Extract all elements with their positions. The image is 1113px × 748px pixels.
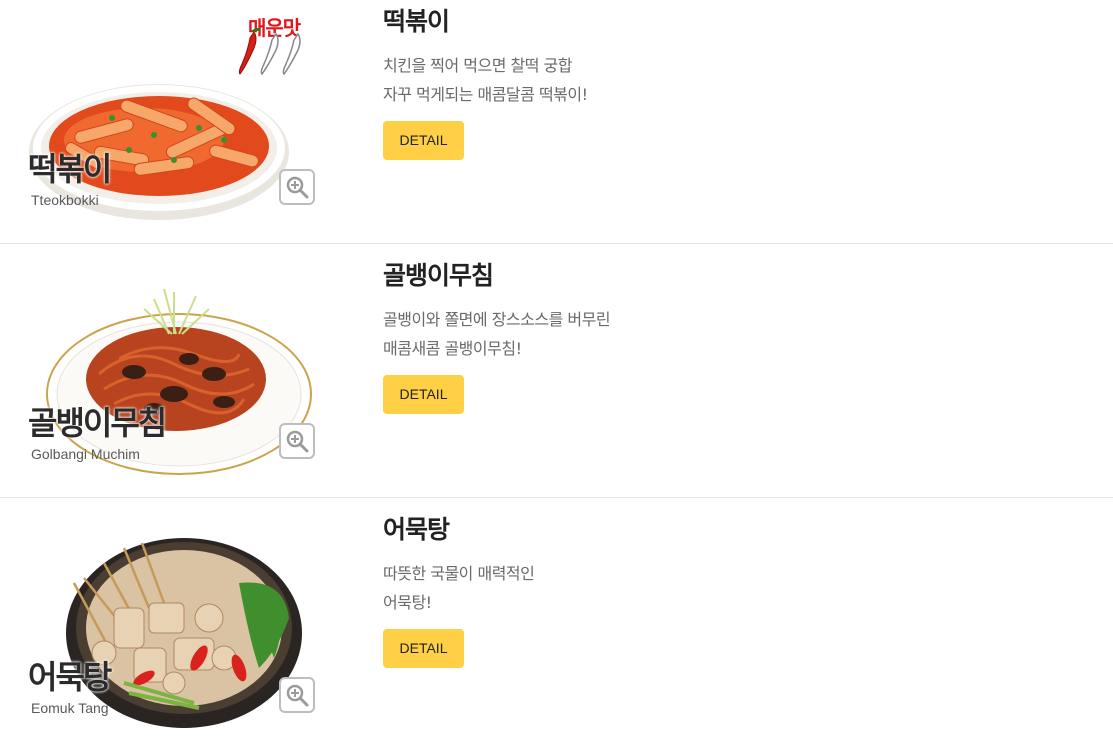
menu-thumbnail[interactable]: 골뱅이무침 Golbangi Muchim xyxy=(24,254,324,484)
description-line: 자꾸 먹게되는 매콤달콤 떡볶이! xyxy=(383,85,588,104)
menu-description: 치킨을 찍어 먹으면 찰떡 궁합 자꾸 먹게되는 매콤달콤 떡볶이! xyxy=(383,51,983,109)
zoom-in-icon xyxy=(286,430,309,453)
menu-title: 골뱅이무침 xyxy=(383,261,494,290)
menu-item-eomuk-tang: 어묵탕 Eomuk Tang 어묵탕 따뜻한 국물이 매력적인 어묵탕! DET… xyxy=(0,498,1113,748)
description-line: 매콤새콤 골뱅이무침! xyxy=(383,339,522,358)
thumbnail-title-ko: 떡볶이 xyxy=(28,150,112,188)
thumbnail-title-ko: 골뱅이무침 xyxy=(28,404,167,442)
menu-title: 어묵탕 xyxy=(383,515,450,544)
zoom-in-icon xyxy=(286,684,309,707)
detail-button[interactable]: DETAIL xyxy=(383,375,464,414)
detail-button[interactable]: DETAIL xyxy=(383,629,464,668)
menu-thumbnail[interactable]: 매운맛 떡볶이 Tteokbokki xyxy=(24,0,324,230)
description-line: 어묵탕! xyxy=(383,593,432,612)
menu-info: 떡볶이 치킨을 찍어 먹으면 찰떡 궁합 자꾸 먹게되는 매콤달콤 떡볶이! D… xyxy=(383,4,983,160)
menu-thumbnail[interactable]: 어묵탕 Eomuk Tang xyxy=(24,508,324,738)
menu-item-tteokbokki: 매운맛 떡볶이 Tteokbokki 떡볶이 치킨을 찍어 먹으면 찰떡 궁합 … xyxy=(0,0,1113,244)
menu-info: 골뱅이무침 골뱅이와 쫄면에 장스소스를 버무린 매콤새콤 골뱅이무침! DET… xyxy=(383,258,983,414)
menu-info: 어묵탕 따뜻한 국물이 매력적인 어묵탕! DETAIL xyxy=(383,512,983,668)
menu-list: 매운맛 떡볶이 Tteokbokki 떡볶이 치킨을 찍어 먹으면 찰떡 궁합 … xyxy=(0,0,1113,748)
menu-title: 떡볶이 xyxy=(383,7,450,36)
zoom-button[interactable] xyxy=(279,169,315,205)
menu-description: 따뜻한 국물이 매력적인 어묵탕! xyxy=(383,559,983,617)
description-line: 골뱅이와 쫄면에 장스소스를 버무린 xyxy=(383,310,611,329)
menu-item-golbangi-muchim: 골뱅이무침 Golbangi Muchim 골뱅이무침 골뱅이와 쫄면에 장스소… xyxy=(0,244,1113,498)
description-line: 치킨을 찍어 먹으면 찰떡 궁합 xyxy=(383,56,572,75)
spicy-badge: 매운맛 xyxy=(236,8,316,78)
zoom-button[interactable] xyxy=(279,423,315,459)
thumbnail-title-en: Eomuk Tang xyxy=(31,700,109,716)
thumbnail-title-en: Tteokbokki xyxy=(31,192,99,208)
description-line: 따뜻한 국물이 매력적인 xyxy=(383,564,535,583)
thumbnail-title-en: Golbangi Muchim xyxy=(31,446,140,462)
chili-pepper-icon xyxy=(238,28,301,76)
thumbnail-title-ko: 어묵탕 xyxy=(28,658,112,696)
zoom-in-icon xyxy=(286,176,309,199)
menu-description: 골뱅이와 쫄면에 장스소스를 버무린 매콤새콤 골뱅이무침! xyxy=(383,305,983,363)
detail-button[interactable]: DETAIL xyxy=(383,121,464,160)
zoom-button[interactable] xyxy=(279,677,315,713)
